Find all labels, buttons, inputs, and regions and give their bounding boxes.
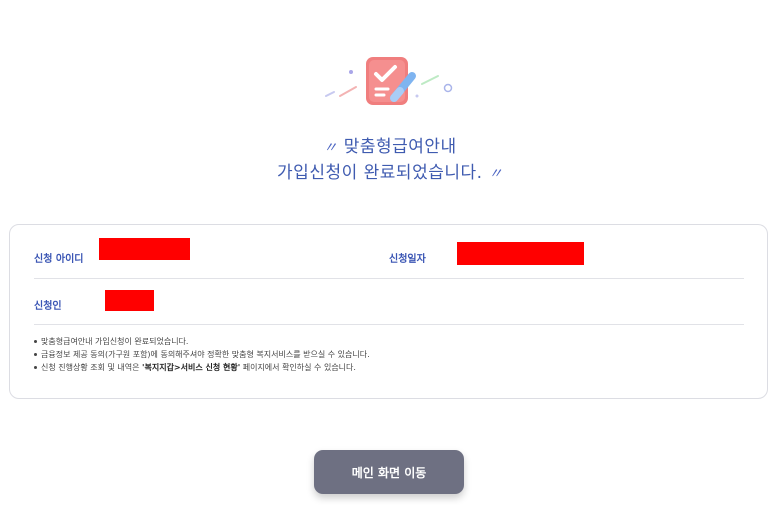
application-date-value-redacted (457, 242, 584, 265)
completion-message: 가입신청이 완료되었습니다. (277, 163, 483, 183)
go-to-main-button[interactable]: 메인 화면 이동 (314, 450, 464, 494)
notice-list: 맞춤형급여안내 가입신청이 완료되었습니다. 금융정보 제공 동의(가구원 포함… (34, 335, 370, 374)
service-name: 맞춤형급여안내 (343, 137, 457, 157)
list-item: 맞춤형급여안내 가입신청이 완료되었습니다. (34, 335, 370, 348)
list-item: 금융정보 제공 동의(가구원 포함)에 동의해주셔야 정확한 맞춤형 복지서비스… (34, 348, 370, 361)
list-item: 신청 진행상황 조회 및 내역은 '복지지갑>서비스 신청 현황' 페이지에서 … (34, 361, 370, 374)
completion-title-line2: 가입신청이 완료되었습니다. 〃 (0, 158, 780, 183)
welfare-wallet-menu-path: '복지지갑>서비스 신청 현황' (142, 363, 241, 372)
checklist-pencil-icon (325, 57, 453, 105)
notes-divider (34, 324, 744, 325)
row-divider (34, 278, 744, 279)
applicant-value-redacted (105, 290, 154, 311)
applicant-id-value-redacted (99, 238, 190, 260)
completion-hero: 〃 맞춤형급여안내 가입신청이 완료되었습니다. 〃 (0, 0, 780, 200)
applicant-label: 신청인 (34, 301, 62, 312)
completion-title-line1: 〃 맞춤형급여안내 (0, 132, 780, 157)
application-summary-card: 신청 아이디 신청일자 신청인 맞춤형급여안내 가입신청이 완료되었습니다. 금… (9, 224, 768, 399)
close-quote-mark: 〃 (488, 166, 503, 182)
applicant-id-label: 신청 아이디 (34, 254, 84, 265)
application-date-label: 신청일자 (389, 254, 426, 265)
open-quote-mark: 〃 (323, 140, 338, 156)
